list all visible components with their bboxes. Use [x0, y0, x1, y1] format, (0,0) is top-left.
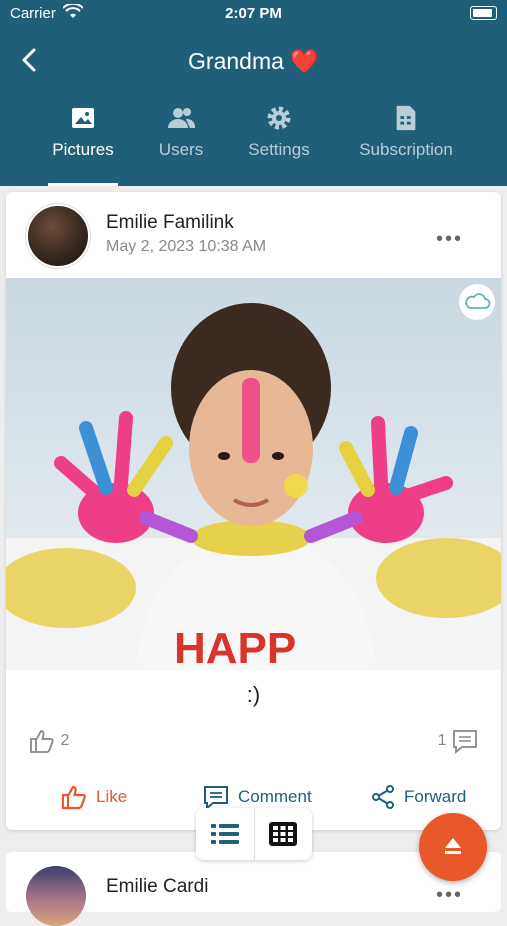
- like-count[interactable]: 2: [28, 728, 69, 754]
- post-author: Emilie Cardi: [106, 876, 209, 897]
- nav-bar: Grandma ❤️: [0, 40, 507, 84]
- clock: 2:07 PM: [225, 5, 282, 22]
- grid-icon: [269, 822, 298, 846]
- comment-button[interactable]: Comment: [202, 784, 312, 810]
- post-card: Emilie Familink May 2, 2023 10:38 AM •••: [6, 192, 501, 830]
- list-view-button[interactable]: [196, 808, 254, 860]
- post-date: May 2, 2023 10:38 AM: [106, 238, 267, 255]
- status-bar: Carrier 2:07 PM: [0, 0, 507, 28]
- gear-icon: [267, 106, 291, 130]
- tab-label: Users: [158, 140, 204, 159]
- heart-emoji: ❤️: [290, 48, 319, 74]
- thumbs-up-icon: [61, 785, 86, 810]
- tab-subscription[interactable]: Subscription: [352, 104, 460, 160]
- avatar[interactable]: [26, 204, 90, 268]
- tab-label: Subscription: [359, 140, 453, 159]
- upload-button[interactable]: [419, 813, 487, 881]
- comment-label: Comment: [238, 787, 312, 806]
- app-header: Carrier 2:07 PM Grandma ❤️ Pictures User…: [0, 0, 507, 186]
- post-author: Emilie Familink: [106, 212, 234, 233]
- thumbs-up-outline-icon: [30, 730, 54, 753]
- upload-icon: [445, 838, 461, 854]
- more-options-icon[interactable]: •••: [436, 228, 463, 251]
- avatar[interactable]: [26, 866, 86, 926]
- share-icon: [372, 785, 394, 809]
- forward-button[interactable]: Forward: [370, 784, 466, 810]
- list-icon: [210, 824, 239, 844]
- child-painted-hands-image: HAPP: [6, 303, 501, 670]
- tab-users[interactable]: Users: [150, 104, 212, 160]
- more-options-icon[interactable]: •••: [436, 884, 463, 907]
- page-title: Grandma ❤️: [0, 48, 507, 75]
- tab-bar: Pictures Users Settings Subscription: [0, 104, 507, 186]
- post-caption: :): [246, 682, 261, 707]
- title-text: Grandma: [188, 48, 284, 74]
- tab-settings[interactable]: Settings: [244, 104, 314, 160]
- like-label: Like: [96, 787, 128, 806]
- post-photo[interactable]: HAPP: [6, 278, 501, 670]
- users-icon: [168, 108, 196, 128]
- svg-text:HAPP: HAPP: [174, 624, 296, 670]
- image-icon: [72, 108, 94, 128]
- like-count-value: 2: [60, 732, 70, 750]
- like-button[interactable]: Like: [60, 784, 127, 810]
- sim-card-icon: [396, 105, 416, 131]
- forward-label: Forward: [404, 787, 467, 806]
- cloud-sync-icon[interactable]: [459, 284, 495, 320]
- tab-pictures[interactable]: Pictures: [48, 104, 118, 186]
- comment-outline-icon: [453, 730, 477, 754]
- tab-label: Pictures: [52, 140, 114, 159]
- tab-label: Settings: [248, 140, 310, 159]
- comment-count-value: 1: [437, 732, 447, 750]
- view-mode-toggle: [196, 808, 312, 860]
- battery-icon: [470, 6, 497, 20]
- comment-count[interactable]: 1: [438, 728, 479, 754]
- comment-icon: [204, 786, 228, 810]
- grid-view-button[interactable]: [253, 808, 313, 860]
- active-tab-indicator: [48, 183, 118, 186]
